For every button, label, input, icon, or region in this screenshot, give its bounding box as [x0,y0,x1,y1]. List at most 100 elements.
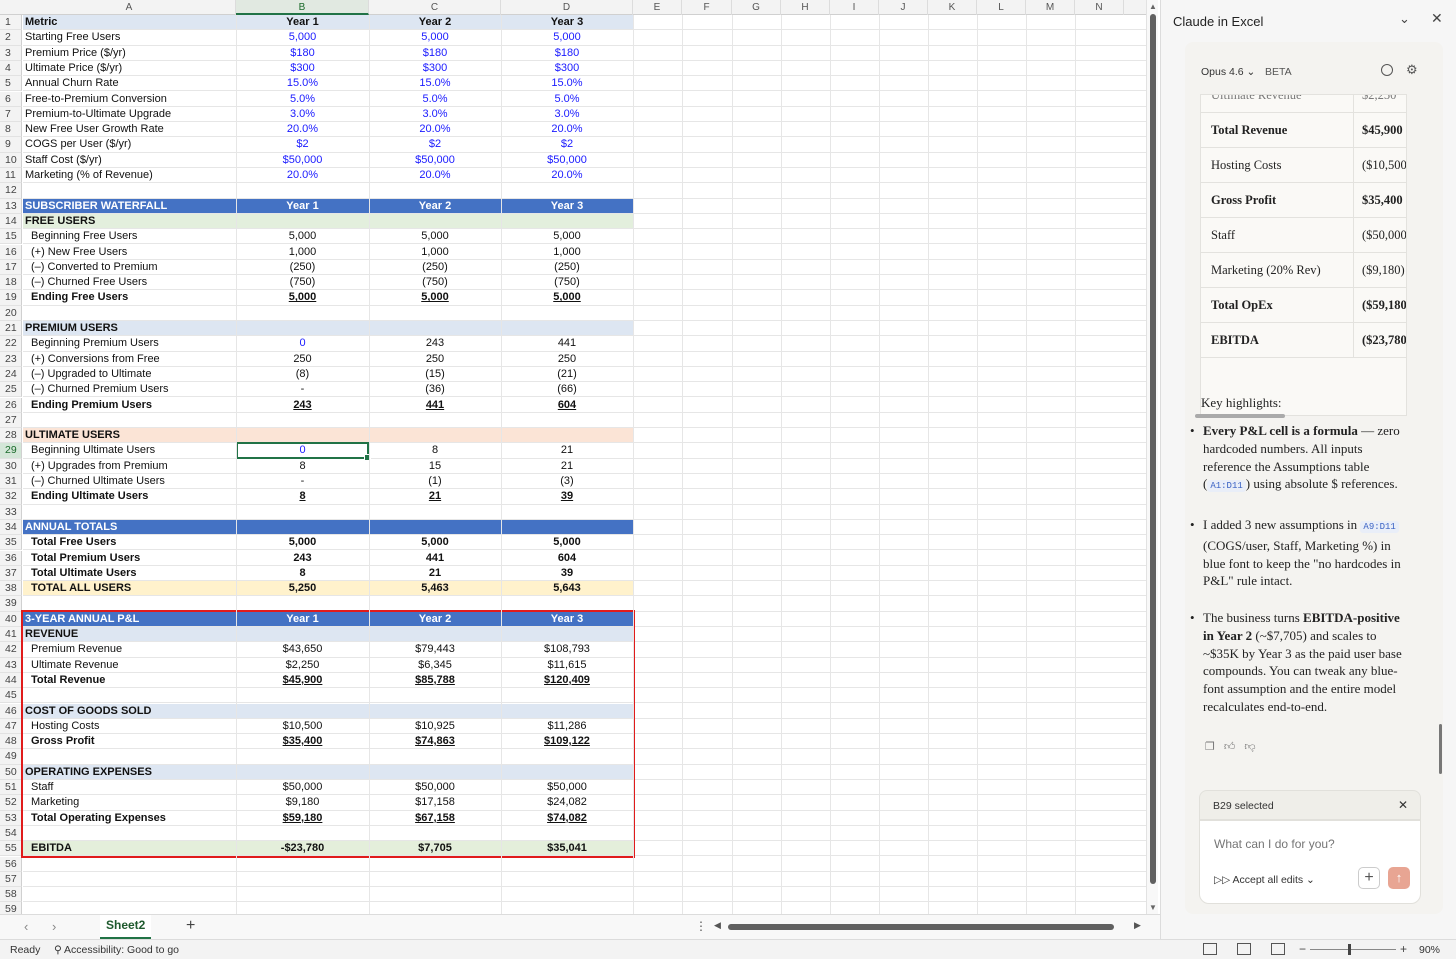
cell-c11[interactable]: 20.0% [369,168,501,183]
cell-a32[interactable]: Ending Ultimate Users [23,489,236,504]
horizontal-scroll-thumb[interactable] [728,924,1114,930]
column-header-b[interactable]: B [236,0,369,15]
cell-c17[interactable]: (250) [369,260,501,275]
cell-c42[interactable]: $79,443 [369,642,501,657]
cell-a2[interactable]: Starting Free Users [23,30,236,45]
row-header-43[interactable]: 43 [0,657,22,673]
cell-a30[interactable]: (+) Upgrades from Premium [23,459,236,474]
zoom-out-icon[interactable]: − [1299,942,1306,956]
cell-d42[interactable]: $108,793 [501,642,633,657]
cell-d24[interactable]: (21) [501,367,633,382]
cell-c48[interactable]: $74,863 [369,734,501,749]
copy-icon[interactable]: ❐ [1205,741,1224,753]
cell-b30[interactable]: 8 [236,459,369,474]
row-header-53[interactable]: 53 [0,810,22,826]
cell-c1[interactable]: Year 2 [369,15,501,30]
cell-a15[interactable]: Beginning Free Users [23,229,236,244]
cell-b3[interactable]: $180 [236,46,369,61]
cell-c29[interactable]: 8 [369,443,501,458]
cell-c8[interactable]: 20.0% [369,122,501,137]
cell-a22[interactable]: Beginning Premium Users [23,336,236,351]
row-header-12[interactable]: 12 [0,183,22,199]
cell-b23[interactable]: 250 [236,352,369,367]
cell-c35[interactable]: 5,000 [369,535,501,550]
cell-d3[interactable]: $180 [501,46,633,61]
cell-a16[interactable]: (+) New Free Users [23,245,236,260]
zoom-in-icon[interactable]: + [1400,942,1407,956]
column-header-l[interactable]: L [977,0,1026,15]
cell-d18[interactable]: (750) [501,275,633,290]
cell-b4[interactable]: $300 [236,61,369,76]
horizontal-scrollbar[interactable]: ◀ ▶ [714,920,1144,932]
row-header-7[interactable]: 7 [0,106,22,123]
cell-a47[interactable]: Hosting Costs [23,719,236,734]
column-header-a[interactable]: A [23,0,236,15]
row-header-25[interactable]: 25 [0,382,22,398]
cell-a11[interactable]: Marketing (% of Revenue) [23,168,236,183]
cell-d4[interactable]: $300 [501,61,633,76]
cell-c32[interactable]: 21 [369,489,501,504]
cell-a24[interactable]: (–) Upgraded to Ultimate [23,367,236,382]
cell-a7[interactable]: Premium-to-Ultimate Upgrade [23,107,236,122]
chevron-down-icon[interactable]: ⌄ [1399,11,1410,27]
cell-b11[interactable]: 20.0% [236,168,369,183]
cell-a5[interactable]: Annual Churn Rate [23,76,236,91]
cell-b10[interactable]: $50,000 [236,153,369,168]
row-header-37[interactable]: 37 [0,565,22,582]
prompt-box[interactable]: ▷▷ Accept all edits ⌄ + ↑ [1199,820,1421,904]
cell-d8[interactable]: 20.0% [501,122,633,137]
row-header-16[interactable]: 16 [0,244,22,260]
accept-all-edits-button[interactable]: ▷▷ Accept all edits ⌄ [1214,874,1315,886]
cell-c18[interactable]: (750) [369,275,501,290]
row-header-28[interactable]: 28 [0,428,22,444]
cell-c9[interactable]: $2 [369,137,501,152]
close-icon[interactable]: ✕ [1431,10,1443,27]
page-layout-icon[interactable] [1237,943,1251,955]
row-header-52[interactable]: 52 [0,795,22,811]
row-header-3[interactable]: 3 [0,45,22,61]
cell-a53[interactable]: Total Operating Expenses [23,811,236,826]
cell-b8[interactable]: 20.0% [236,122,369,137]
cell-d53[interactable]: $74,082 [501,811,633,826]
row-header-19[interactable]: 19 [0,290,22,306]
cell-b32[interactable]: 8 [236,489,369,504]
cell-b36[interactable]: 243 [236,551,369,566]
cell-d13[interactable]: Year 3 [501,199,633,214]
cell-a52[interactable]: Marketing [23,795,236,810]
cell-b31[interactable]: - [236,474,369,489]
cell-d9[interactable]: $2 [501,137,633,152]
row-header-5[interactable]: 5 [0,76,22,92]
column-header-h[interactable]: H [781,0,830,15]
cell-a43[interactable]: Ultimate Revenue [23,658,236,673]
chat-scroll-thumb[interactable] [1439,724,1442,774]
spreadsheet-grid[interactable]: ABCDEFGHIJKLMN 1 2 3 4 5 6 7 8 9 10 11 12 13 14 15 16 17… [0,0,1146,914]
cell-a37[interactable]: Total Ultimate Users [23,566,236,581]
cell-a42[interactable]: Premium Revenue [23,642,236,657]
cell-c40[interactable]: Year 2 [369,612,501,627]
cell-c10[interactable]: $50,000 [369,153,501,168]
column-header-m[interactable]: M [1026,0,1075,15]
cell-d22[interactable]: 441 [501,336,633,351]
cell-b2[interactable]: 5,000 [236,30,369,45]
cell-c6[interactable]: 5.0% [369,92,501,107]
row-header-49[interactable]: 49 [0,749,22,765]
cell-b22[interactable]: 0 [236,336,369,351]
cell-c2[interactable]: 5,000 [369,30,501,45]
cell-d25[interactable]: (66) [501,382,633,397]
cell-d2[interactable]: 5,000 [501,30,633,45]
row-header-46[interactable]: 46 [0,703,22,719]
cell-b35[interactable]: 5,000 [236,535,369,550]
add-attachment-button[interactable]: + [1358,867,1380,889]
normal-view-icon[interactable] [1203,943,1217,955]
cell-d38[interactable]: 5,643 [501,581,633,596]
cell-b13[interactable]: Year 1 [236,199,369,214]
cell-b26[interactable]: 243 [236,398,369,413]
column-header-i[interactable]: I [830,0,879,15]
cell-a23[interactable]: (+) Conversions from Free [23,352,236,367]
row-header-14[interactable]: 14 [0,213,22,230]
cell-a13[interactable]: SUBSCRIBER WATERFALL [23,199,236,214]
cell-c55[interactable]: $7,705 [369,841,501,856]
cell-d26[interactable]: 604 [501,398,633,413]
cell-c26[interactable]: 441 [369,398,501,413]
cell-c51[interactable]: $50,000 [369,780,501,795]
